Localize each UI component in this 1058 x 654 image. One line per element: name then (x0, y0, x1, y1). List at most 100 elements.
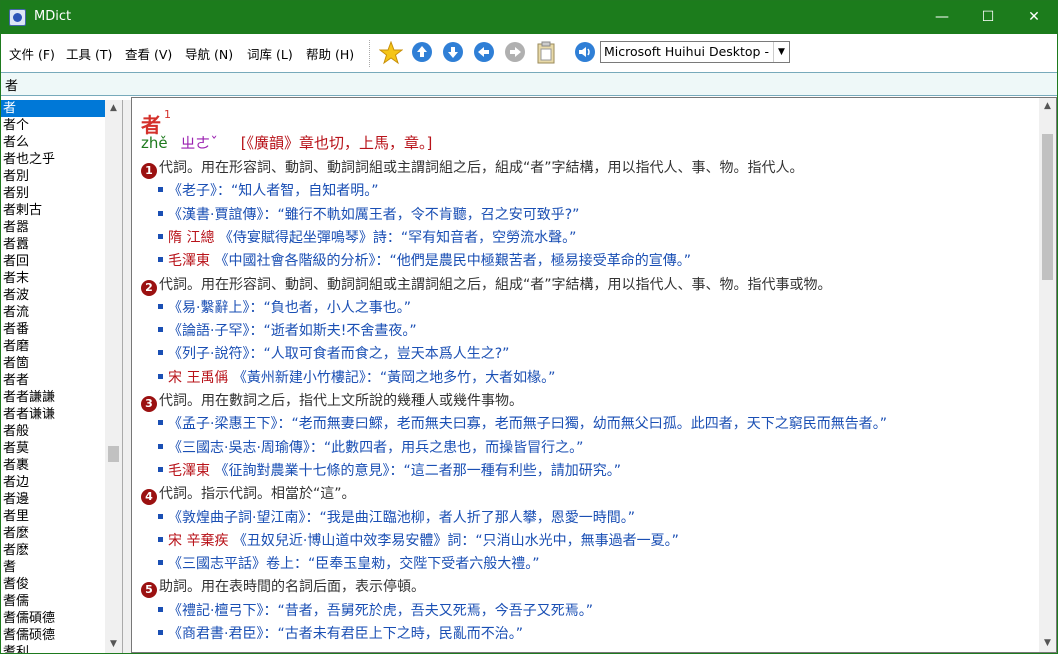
word-list-item[interactable]: 者莫 (1, 440, 105, 457)
citation-author: 毛澤東 (168, 462, 210, 479)
sense-definition: 3 代詞。用在數詞之后，指代上文所說的幾種人或幾件事物。 (141, 390, 523, 412)
citation: 《三國志·吳志·周瑜傳》：“此數四者，用兵之患也，而操皆冒行之。” (158, 437, 583, 457)
star-icon[interactable] (379, 41, 403, 65)
word-list-item[interactable]: 者者謙謙 (1, 389, 105, 406)
citation: 《易·繫辭上》：“負也者，小人之事也。” (158, 297, 411, 317)
word-list-item[interactable]: 者也之乎 (1, 151, 105, 168)
word-list-item[interactable]: 者裹 (1, 457, 105, 474)
window-title: MDict (34, 9, 72, 24)
citation: 《禮記·檀弓下》：“昔者，吾舅死於虎，吾夫又死焉，今吾子又死焉。” (158, 600, 593, 620)
bullet-icon (158, 536, 163, 542)
close-button[interactable]: ✕ (1011, 1, 1057, 33)
menu-library[interactable]: 词库 (L) (247, 44, 293, 63)
word-list-item[interactable]: 者剌古 (1, 202, 105, 219)
citation-text: 《侍宴賦得起坐彈鳴琴》詩：“罕有知音者，空勞流水聲。” (214, 229, 577, 246)
rhyme-note: [《廣韻》章也切，上馬，章。] (240, 134, 433, 152)
word-list-item[interactable]: 者磨 (1, 338, 105, 355)
arrow-forward-icon[interactable] (504, 41, 526, 63)
word-list-item[interactable]: 者 (1, 100, 105, 117)
word-list: 者者个 者么 者也之乎 者別 者别 者剌古 者嚣 者囂 者回 者末 者波 者流 者番 者磨 者箇 者者 者者謙謙… (1, 100, 123, 653)
sense-number-badge: 4 (141, 489, 157, 506)
word-list-item[interactable]: 者个 (1, 117, 105, 134)
word-list-item[interactable]: 者回 (1, 253, 105, 270)
word-list-item[interactable]: 者么 (1, 134, 105, 151)
bullet-icon (158, 513, 163, 519)
scroll-down-icon[interactable]: ▼ (1039, 635, 1056, 652)
citation-text: 《三國志平話》卷上：“臣奉玉皇勑，交陛下受者六般大禮。” (168, 556, 540, 573)
word-list-item[interactable]: 耆儒硕德 (1, 627, 105, 644)
bullet-icon (158, 303, 163, 309)
bopomofo: ㄓㄜˇ (180, 134, 218, 152)
word-list-item[interactable]: 者流 (1, 304, 105, 321)
word-list-item[interactable]: 耆俊 (1, 576, 105, 593)
arrow-back-icon[interactable] (473, 41, 495, 63)
citation-text: 《老子》：“知人者智，自知者明。” (168, 183, 379, 200)
menu-view[interactable]: 查看 (V) (125, 44, 172, 63)
chevron-down-icon[interactable]: ▼ (773, 42, 789, 62)
word-list-item[interactable]: 者别 (1, 185, 105, 202)
bullet-icon (158, 420, 163, 426)
sense-text: 代詞。用在形容詞、動詞、動詞詞組或主謂詞組之后，組成“者”字結構，用以指代人、事… (159, 276, 832, 293)
word-list-item[interactable]: 者別 (1, 168, 105, 185)
voice-select[interactable]: Microsoft Huihui Desktop - C ▼ (600, 41, 790, 63)
word-list-item[interactable]: 者嚣 (1, 219, 105, 236)
citation: 《論語·子罕》：“逝者如斯夫!不舍晝夜。” (158, 320, 417, 340)
pane-splitter[interactable] (123, 100, 131, 653)
scroll-down-icon[interactable]: ▼ (105, 636, 122, 653)
word-list-item[interactable]: 耆 (1, 559, 105, 576)
scroll-up-icon[interactable]: ▲ (105, 100, 122, 117)
citation: 《列子·說符》：“人取可食者而食之，豈天本爲人生之?” (158, 343, 509, 363)
maximize-button[interactable]: ☐ (965, 1, 1011, 33)
sense-text: 代詞。用在數詞之后，指代上文所說的幾種人或幾件事物。 (159, 393, 523, 409)
arrow-down-icon[interactable] (442, 41, 464, 63)
word-list-item[interactable]: 者里 (1, 508, 105, 525)
word-list-item[interactable]: 者邊 (1, 491, 105, 508)
citation: 《商君書·君臣》：“古者未有君臣上下之時，民亂而不治。” (158, 623, 523, 643)
word-list-item[interactable]: 耆利 (1, 644, 105, 653)
search-input[interactable] (5, 75, 1045, 94)
citation: 毛澤東 《征詢對農業十七條的意見》：“這二者那一種有利些，請加研究。” (158, 460, 621, 480)
sense-definition: 1 代詞。用在形容詞、動詞、動詞詞組或主謂詞組之后，組成“者”字結構，用以指代人、… (141, 157, 804, 179)
content-scrollbar[interactable]: ▲ ▼ (1039, 98, 1056, 652)
sense-definition: 4 代詞。指示代詞。相當於“這”。 (141, 483, 356, 506)
menu-help[interactable]: 帮助 (H) (306, 44, 354, 63)
word-list-item[interactable]: 者麽 (1, 542, 105, 559)
word-list-item[interactable]: 者末 (1, 270, 105, 287)
word-list-item[interactable]: 者般 (1, 423, 105, 440)
citation-text: 《三國志·吳志·周瑜傳》：“此數四者，用兵之患也，而操皆冒行之。” (168, 439, 584, 456)
scroll-up-icon[interactable]: ▲ (1039, 98, 1056, 115)
sense-definition: 2 代詞。用在形容詞、動詞、動詞詞組或主謂詞組之后，組成“者”字結構，用以指代人、… (141, 274, 832, 296)
pronunciation: zhě ㄓㄜˇ [《廣韻》章也切，上馬，章。] (141, 132, 432, 153)
sense-number-badge: 5 (141, 582, 157, 599)
voice-select-value: Microsoft Huihui Desktop - C (604, 44, 782, 59)
sense-text: 代詞。用在形容詞、動詞、動詞詞組或主謂詞組之后，組成“者”字結構，用以指代人、事… (159, 160, 804, 176)
arrow-up-icon[interactable] (411, 41, 433, 63)
citation: 宋 王禹偁 《黃州新建小竹樓記》：“黃岡之地多竹，大者如椽。” (158, 367, 555, 387)
word-list-item[interactable]: 者者谦谦 (1, 406, 105, 423)
citation: 《漢書·賈誼傳》：“雖行不軌如厲王者，令不肯聽，召之安可致乎?” (158, 204, 579, 224)
menu-tools[interactable]: 工具 (T) (66, 44, 112, 63)
word-list-item[interactable]: 耆儒碩德 (1, 610, 105, 627)
sense-number-badge: 1 (141, 163, 157, 179)
scroll-thumb[interactable] (108, 446, 119, 462)
title-bar[interactable]: MDict — ☐ ✕ (1, 1, 1057, 34)
word-list-item[interactable]: 者边 (1, 474, 105, 491)
minimize-button[interactable]: — (919, 1, 965, 33)
bullet-icon (158, 466, 163, 472)
speaker-icon[interactable] (574, 41, 596, 63)
menu-navigate[interactable]: 导航 (N) (185, 44, 233, 63)
citation: 毛澤東 《中國社會各階級的分析》：“他們是農民中極艱苦者，極易接受革命的宣傳。” (158, 250, 691, 270)
word-list-item[interactable]: 者麼 (1, 525, 105, 542)
word-list-item[interactable]: 者番 (1, 321, 105, 338)
word-list-item[interactable]: 者波 (1, 287, 105, 304)
wordlist-scrollbar[interactable]: ▲ ▼ (105, 100, 122, 653)
bullet-icon (158, 350, 163, 356)
menu-file[interactable]: 文件 (F) (9, 44, 55, 63)
clipboard-icon[interactable] (535, 41, 557, 64)
scroll-thumb[interactable] (1042, 134, 1053, 280)
word-list-item[interactable]: 者囂 (1, 236, 105, 253)
word-list-item[interactable]: 耆儒 (1, 593, 105, 610)
word-list-item[interactable]: 者箇 (1, 355, 105, 372)
citation-text: 《敦煌曲子詞·望江南》：“我是曲江臨池柳，者人折了那人攀，恩愛一時間。” (168, 509, 635, 526)
word-list-item[interactable]: 者者 (1, 372, 105, 389)
